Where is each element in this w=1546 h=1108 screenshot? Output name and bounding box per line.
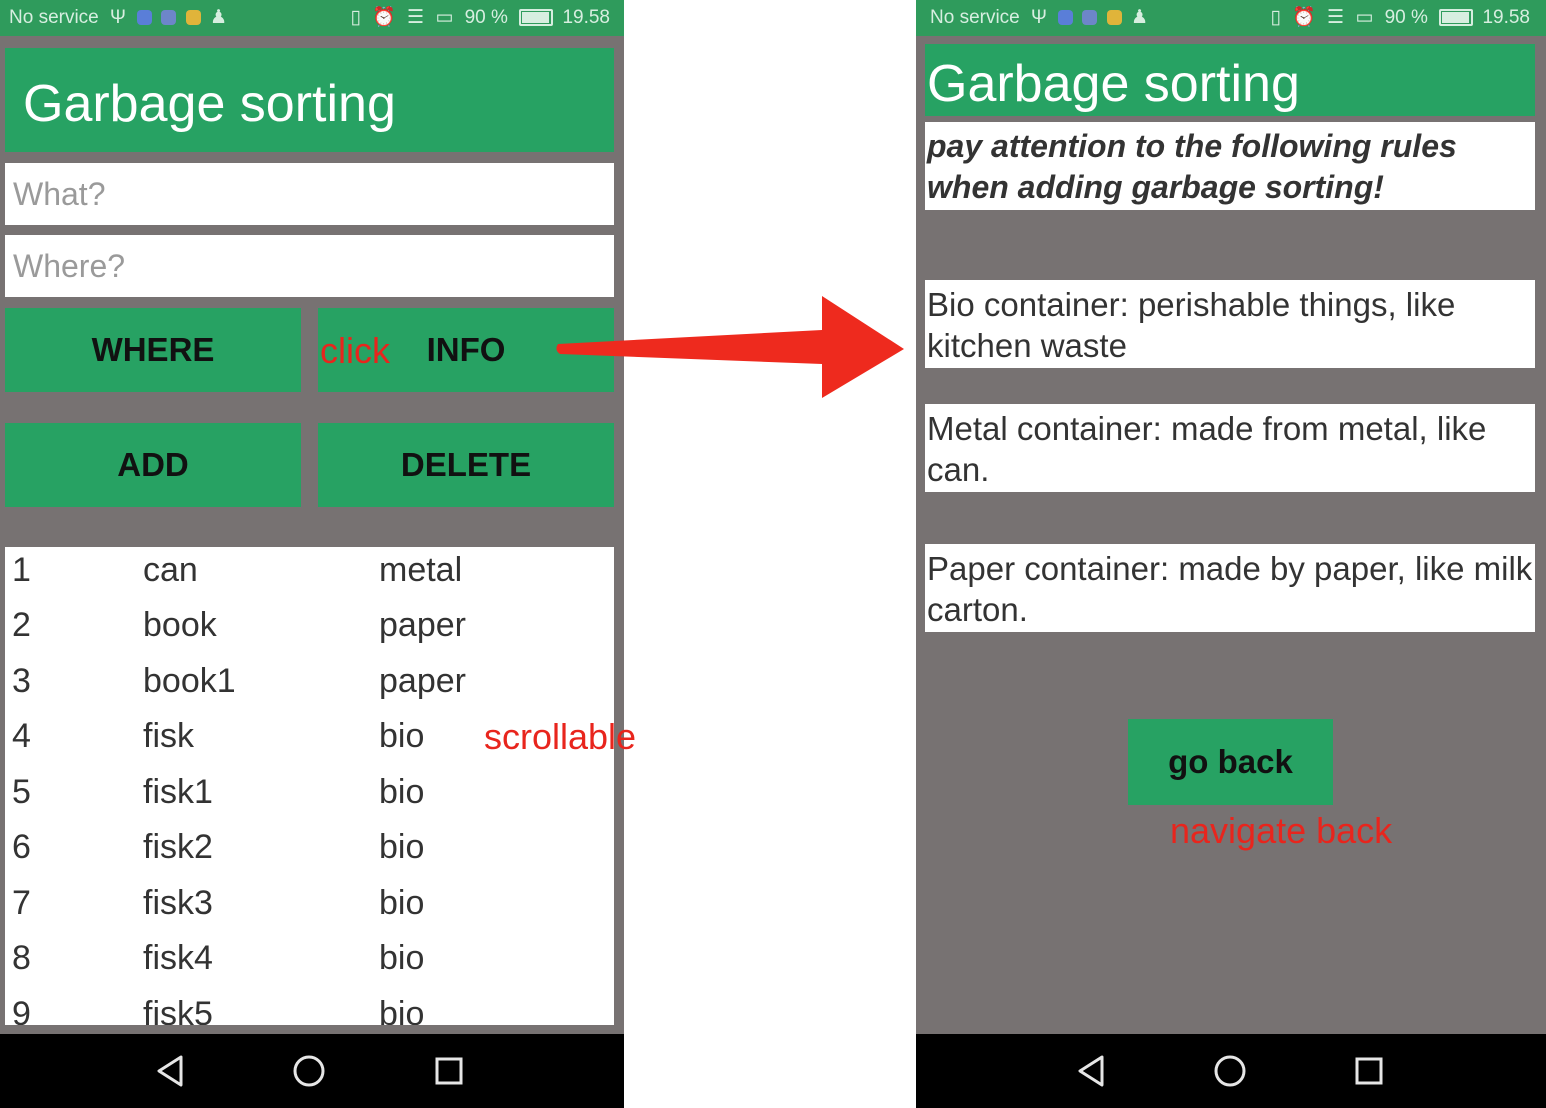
app-title: Garbage sorting (927, 55, 1300, 113)
person-icon: ♟ (210, 7, 228, 28)
battery-percent: 90 % (464, 7, 508, 28)
battery-icon (1439, 9, 1474, 27)
list-item[interactable]: 7 fisk3 bio (5, 880, 614, 935)
click-annotation: click (320, 330, 390, 371)
list-item[interactable]: 2 book paper (5, 602, 614, 657)
home-icon[interactable] (1190, 1034, 1270, 1108)
clock: 19.58 (1482, 7, 1530, 28)
app-notification-icon (137, 10, 153, 26)
rule-bio: Bio container: perishable things, like k… (925, 280, 1535, 368)
rule-paper: Paper container: made by paper, like mil… (925, 544, 1535, 632)
rules-warning: pay attention to the following rules whe… (925, 122, 1535, 210)
home-icon[interactable] (269, 1034, 349, 1108)
list-item[interactable]: 3 book1 paper (5, 658, 614, 713)
back-icon[interactable] (1051, 1034, 1131, 1108)
sim-icon: ▭ (1355, 7, 1374, 28)
recents-icon[interactable] (1329, 1034, 1409, 1108)
usb-icon: Ψ (1031, 7, 1047, 28)
list-item[interactable]: 9 fisk5 bio (5, 991, 614, 1025)
recents-icon[interactable] (409, 1034, 489, 1108)
rule-metal: Metal container: made from metal, like c… (925, 404, 1535, 492)
list-item[interactable]: 5 fisk1 bio (5, 769, 614, 824)
main-screen: No service Ψ ♟ ▯ ⏰ ☰ ▭ 90 % 19.58 Garbag… (0, 0, 624, 1108)
what-input[interactable] (5, 163, 614, 225)
app-notification-icon (185, 10, 201, 26)
scrollable-annotation: scrollable (484, 716, 637, 757)
navigation-bar (0, 1034, 624, 1108)
alarm-icon: ⏰ (372, 7, 396, 28)
wifi-icon: ☰ (407, 7, 425, 28)
app-notification-icon (1058, 10, 1074, 26)
list-item[interactable]: 8 fisk4 bio (5, 935, 614, 990)
navigation-bar (916, 1034, 1546, 1108)
app-title-bar: Garbage sorting (925, 44, 1535, 116)
app-notification-icon (161, 10, 177, 26)
clock: 19.58 (562, 7, 610, 28)
vibrate-icon: ▯ (1270, 7, 1281, 28)
status-bar: No service Ψ ♟ ▯ ⏰ ☰ ▭ 90 % 19.58 (0, 0, 624, 36)
info-screen: No service Ψ ♟ ▯ ⏰ ☰ ▭ 90 % 19.58 Garbag… (916, 0, 1546, 1108)
wifi-icon: ☰ (1327, 7, 1345, 28)
sim-icon: ▭ (435, 7, 454, 28)
list-item[interactable]: 6 fisk2 bio (5, 824, 614, 879)
person-icon: ♟ (1131, 7, 1149, 28)
add-button[interactable]: ADD (5, 423, 301, 507)
navigate-back-annotation: navigate back (1170, 810, 1393, 851)
where-input[interactable] (5, 235, 614, 297)
carrier-text: No service (9, 7, 99, 29)
carrier-text: No service (930, 7, 1020, 29)
where-button[interactable]: WHERE (5, 308, 301, 392)
app-title: Garbage sorting (23, 75, 396, 133)
garbage-list[interactable]: 1 can metal 2 book paper 3 book1 paper 4… (5, 547, 614, 1025)
usb-icon: Ψ (110, 7, 126, 28)
delete-button[interactable]: DELETE (318, 423, 614, 507)
vibrate-icon: ▯ (350, 7, 361, 28)
flow-arrow-icon (556, 296, 904, 398)
status-bar: No service Ψ ♟ ▯ ⏰ ☰ ▭ 90 % 19.58 (916, 0, 1546, 36)
go-back-button[interactable]: go back (1128, 719, 1333, 805)
list-item[interactable]: 1 can metal (5, 547, 614, 602)
back-icon[interactable] (130, 1034, 210, 1108)
battery-icon (519, 9, 554, 27)
app-notification-icon (1106, 10, 1122, 26)
app-notification-icon (1082, 10, 1098, 26)
battery-percent: 90 % (1384, 7, 1428, 28)
alarm-icon: ⏰ (1292, 7, 1316, 28)
app-title-bar: Garbage sorting (5, 48, 614, 152)
